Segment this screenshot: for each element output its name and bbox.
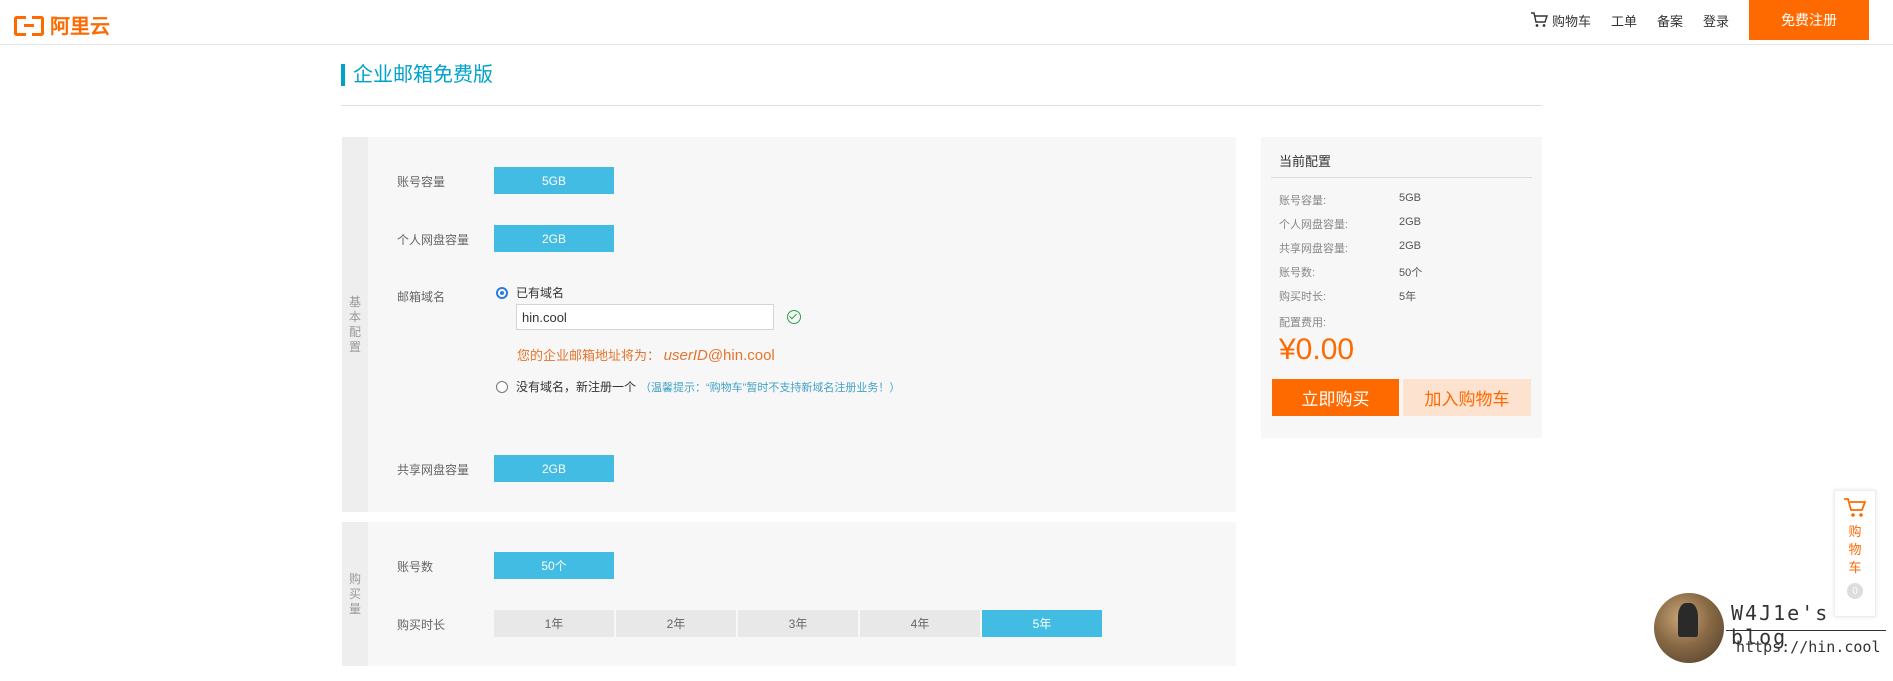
nav-beian-link[interactable]: 备案 — [1657, 11, 1683, 30]
page-title: 企业邮箱免费版 — [341, 64, 1542, 86]
no-domain-option[interactable]: 没有域名，新注册一个 （温馨提示：“购物车”暂时不支持新域名注册业务！） — [496, 378, 900, 395]
has-domain-option[interactable]: 已有域名 — [496, 284, 564, 301]
domain-label: 邮箱域名 — [397, 290, 446, 304]
no-domain-label: 没有域名，新注册一个 — [516, 380, 637, 394]
has-domain-label: 已有域名 — [516, 286, 565, 300]
hint-user: userID — [663, 347, 708, 364]
add-to-cart-button[interactable]: 加入购物车 — [1403, 379, 1531, 416]
floating-cart[interactable]: 购物车 0 — [1834, 490, 1876, 617]
floating-cart-label: 购物车 — [1848, 524, 1862, 575]
email-address-hint: 您的企业邮箱地址将为： userID@hin.cool — [517, 345, 775, 364]
accounts-label: 账号数 — [397, 560, 434, 574]
fee-label: 配置费用: — [1279, 317, 1327, 329]
logo-text: 阿里云 — [50, 16, 110, 38]
summary-row-label: 共享网盘容量: — [1279, 243, 1349, 255]
summary-divider — [1271, 177, 1532, 178]
top-navbar: 阿里云 购物车 工单 备案 登录 免费注册 — [0, 0, 1893, 45]
duration-label: 购买时长 — [397, 618, 446, 632]
summary-row-label: 个人网盘容量: — [1279, 219, 1349, 231]
capacity-option[interactable]: 5GB — [494, 167, 614, 194]
domain-valid-check-icon — [787, 310, 801, 324]
duration-option-1[interactable]: 1年 — [494, 610, 614, 637]
hint-suffix: @hin.cool — [707, 347, 775, 364]
duration-option-4[interactable]: 4年 — [860, 610, 980, 637]
duration-option-3[interactable]: 3年 — [738, 610, 858, 637]
duration-option-5[interactable]: 5年 — [982, 610, 1102, 637]
basic-config-side-label: 基本配置 — [342, 137, 368, 512]
summary-title: 当前配置 — [1279, 154, 1332, 169]
nav-cart-link[interactable]: 购物车 — [1530, 11, 1591, 30]
hint-prefix: 您的企业邮箱地址将为： — [517, 348, 661, 363]
aliyun-logo[interactable]: 阿里云 — [14, 10, 110, 39]
nav-ticket-link[interactable]: 工单 — [1611, 11, 1637, 30]
purchase-side-label-text: 购买量 — [349, 571, 362, 616]
nav-cart-label: 购物车 — [1551, 13, 1591, 29]
purchase-side-label: 购买量 — [342, 522, 368, 666]
side-label-text: 基本配置 — [349, 294, 362, 354]
summary-row-value: 50个 — [1399, 267, 1423, 279]
floating-cart-icon — [1844, 498, 1867, 517]
summary-row-label: 账号数: — [1279, 267, 1316, 279]
capacity-label: 账号容量 — [397, 175, 446, 189]
personal-disk-option[interactable]: 2GB — [494, 225, 614, 252]
personal-disk-label: 个人网盘容量 — [397, 233, 470, 247]
summary-row-value: 2GB — [1399, 240, 1422, 252]
shared-disk-option[interactable]: 2GB — [494, 455, 614, 482]
watermark-url: https://hin.cool — [1736, 638, 1881, 656]
header-nav: 购物车 工单 备案 登录 免费注册 — [1530, 0, 1869, 40]
buy-now-button[interactable]: 立即购买 — [1272, 379, 1399, 416]
cart-icon — [1530, 12, 1548, 27]
has-domain-radio[interactable] — [496, 286, 508, 299]
price-value: ¥0.00 — [1279, 333, 1355, 366]
nav-login-link[interactable]: 登录 — [1703, 11, 1729, 30]
signup-button[interactable]: 免费注册 — [1749, 0, 1869, 40]
current-config-panel: 当前配置 账号容量: 5GB 个人网盘容量: 2GB 共享网盘容量: 2GB 账… — [1261, 137, 1542, 438]
no-domain-tip: （温馨提示：“购物车”暂时不支持新域名注册业务！） — [640, 381, 901, 394]
accounts-option[interactable]: 50个 — [494, 552, 614, 579]
summary-row-value: 2GB — [1399, 216, 1422, 228]
page-title-bar: 企业邮箱免费版 — [341, 58, 1542, 106]
logo-icon — [14, 15, 44, 36]
watermark-divider — [1726, 630, 1886, 631]
floating-cart-count: 0 — [1847, 583, 1863, 599]
watermark-avatar — [1654, 593, 1724, 663]
basic-config-section: 基本配置 账号容量 5GB 个人网盘容量 2GB 邮箱域名 已有域名 您的企业邮… — [342, 137, 1236, 512]
duration-option-2[interactable]: 2年 — [616, 610, 736, 637]
no-domain-radio[interactable] — [496, 380, 508, 393]
summary-row-label: 账号容量: — [1279, 195, 1327, 207]
purchase-section: 购买量 账号数 50个 购买时长 1年 2年 3年 4年 5年 — [342, 522, 1236, 666]
summary-row-value: 5GB — [1399, 192, 1422, 204]
summary-row-value: 5年 — [1399, 291, 1417, 303]
summary-row-label: 购买时长: — [1279, 291, 1327, 303]
shared-disk-label: 共享网盘容量 — [397, 463, 470, 477]
domain-input[interactable] — [516, 304, 774, 330]
